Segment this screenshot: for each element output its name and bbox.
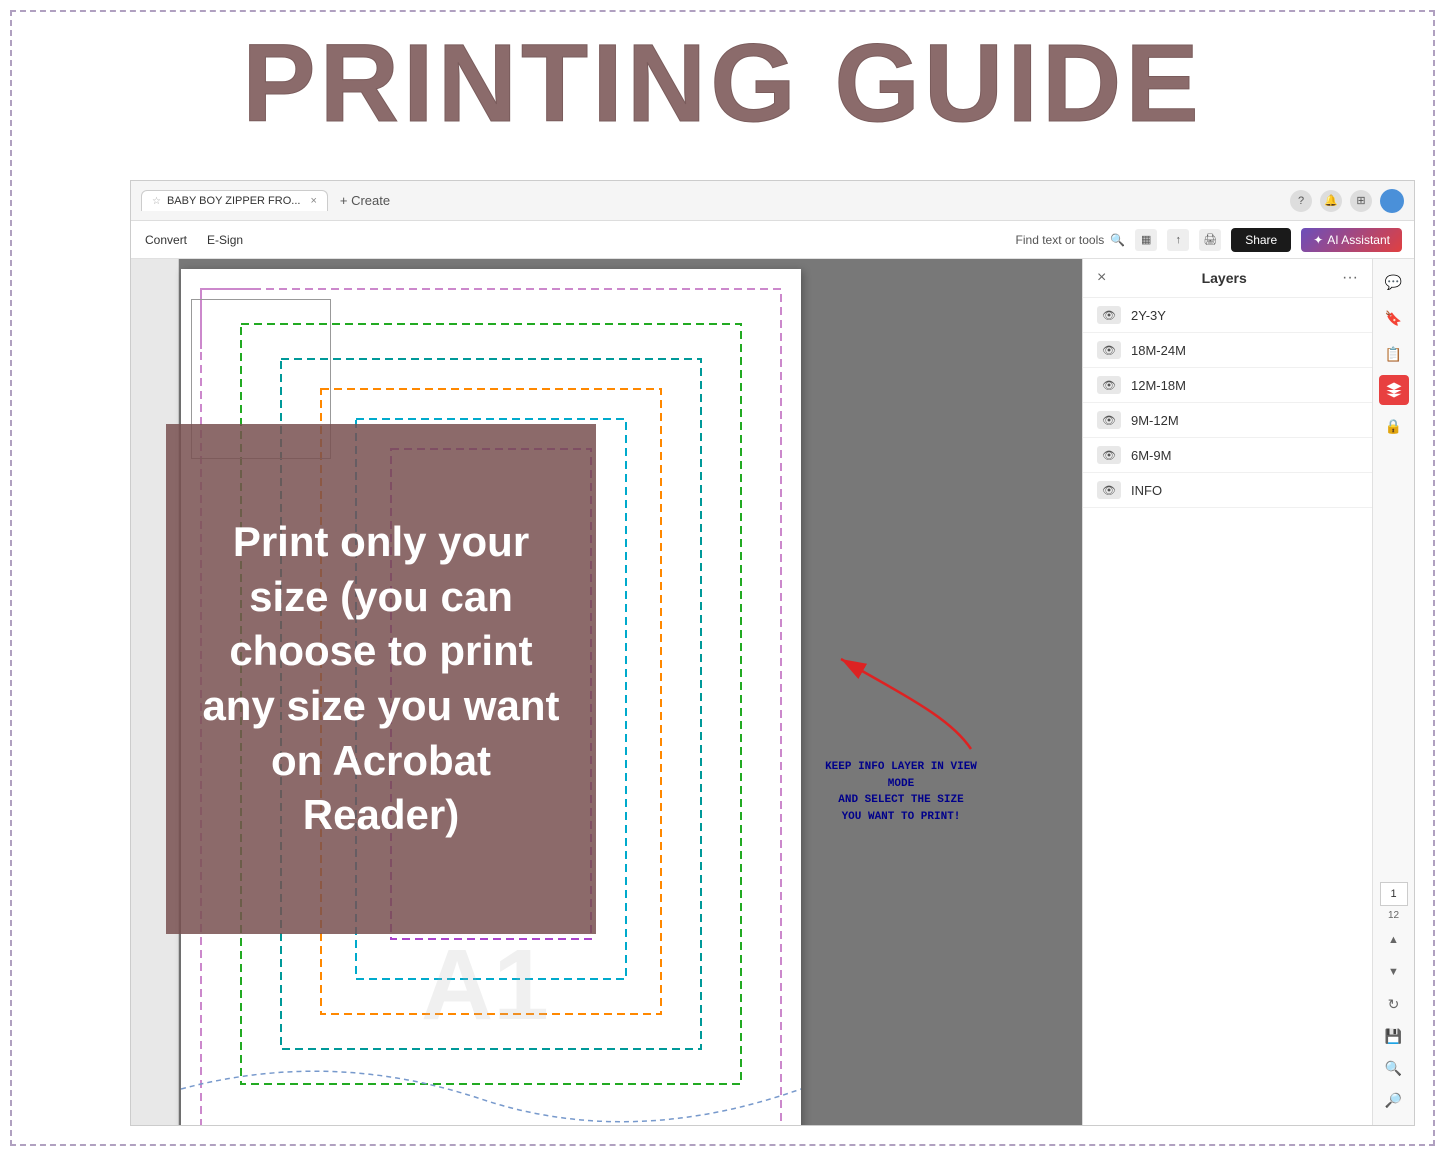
zoom-in-icon[interactable]: 🔍 (1379, 1053, 1409, 1083)
share-button[interactable]: Share (1231, 228, 1291, 252)
browser-right: ? 🔔 ⊞ (1290, 189, 1404, 213)
page-title: PRINTING GUIDE (242, 20, 1203, 147)
layer-name: 2Y-3Y (1131, 308, 1358, 323)
layers-header: × Layers ··· (1083, 259, 1372, 298)
layer-item-6m9m[interactable]: 👁 6M-9M (1083, 438, 1372, 473)
layer-eye-icon[interactable]: 👁 (1097, 341, 1121, 359)
layers-title: Layers (1202, 270, 1247, 286)
svg-text:A1: A1 (421, 929, 549, 1041)
toolbar-right: Find text or tools 🔍 ▦ ↑ 🖨 Share ✦ AI As… (1016, 228, 1402, 252)
ai-icon: ✦ (1313, 233, 1323, 247)
tab-close-button[interactable]: × (310, 195, 316, 207)
page-up-button[interactable]: ▲ (1379, 925, 1409, 955)
bell-icon[interactable]: 🔔 (1320, 190, 1342, 212)
save-icon[interactable]: 💾 (1379, 1021, 1409, 1051)
zoom-out-icon[interactable]: 🔎 (1379, 1085, 1409, 1115)
layers-panel: × Layers ··· 👁 2Y-3Y 👁 18M-24M 👁 12M-18M (1082, 259, 1372, 1125)
layer-name: INFO (1131, 483, 1358, 498)
layers-list: 👁 2Y-3Y 👁 18M-24M 👁 12M-18M 👁 9M-12M 👁 (1083, 298, 1372, 1125)
page-down-button[interactable]: ▼ (1379, 957, 1409, 987)
tab-label: BABY BOY ZIPPER FRO... (167, 195, 300, 207)
new-tab-button[interactable]: + Create (332, 191, 398, 210)
ai-assistant-button[interactable]: ✦ AI Assistant (1301, 228, 1402, 252)
search-icon[interactable]: 🔍 (1110, 233, 1125, 247)
layer-eye-icon[interactable]: 👁 (1097, 306, 1121, 324)
print-icon[interactable]: 🖨 (1199, 229, 1221, 251)
layer-name: 12M-18M (1131, 378, 1358, 393)
layers-icon-svg (1385, 381, 1403, 399)
esign-button[interactable]: E-Sign (205, 229, 245, 251)
refresh-icon[interactable]: ↻ (1379, 989, 1409, 1019)
ai-label: AI Assistant (1327, 233, 1390, 247)
lock-sidebar-icon[interactable]: 🔒 (1379, 411, 1409, 441)
bookmark-sidebar-icon[interactable]: 🔖 (1379, 303, 1409, 333)
tab-bar: ☆ BABY BOY ZIPPER FRO... × + Create (141, 190, 1282, 211)
total-pages: 12 (1388, 908, 1399, 923)
page-controls: 1 12 ▲ ▼ ↻ 💾 🔍 🔎 (1379, 882, 1409, 1125)
search-area: Find text or tools 🔍 (1016, 233, 1126, 247)
toolbar-left: Convert E-Sign (143, 229, 1000, 251)
help-icon[interactable]: ? (1290, 190, 1312, 212)
current-page-box[interactable]: 1 (1380, 882, 1408, 906)
pdf-canvas: A1 Print only your size (you can choose … (131, 259, 1082, 1125)
layer-item-9m12m[interactable]: 👁 9M-12M (1083, 403, 1372, 438)
viewer-area: A1 Print only your size (you can choose … (131, 259, 1414, 1125)
screenshot-container: ☆ BABY BOY ZIPPER FRO... × + Create ? 🔔 … (130, 180, 1415, 1126)
arrow-annotation (811, 639, 1011, 759)
right-sidebar: 💬 🔖 📋 🔒 1 12 ▲ ▼ ↻ 💾 🔍 🔎 (1372, 259, 1414, 1125)
layer-eye-icon[interactable]: 👁 (1097, 481, 1121, 499)
grid-icon[interactable]: ⊞ (1350, 190, 1372, 212)
overlay-box: Print only your size (you can choose to … (166, 424, 596, 934)
overlay-text: Print only your size (you can choose to … (196, 515, 566, 843)
layers-sidebar-icon[interactable] (1379, 375, 1409, 405)
layers-more-button[interactable]: ··· (1342, 269, 1358, 287)
thumbnail-icon[interactable]: ▦ (1135, 229, 1157, 251)
layer-item-18m24m[interactable]: 👁 18M-24M (1083, 333, 1372, 368)
layer-eye-icon[interactable]: 👁 (1097, 376, 1121, 394)
user-avatar[interactable] (1380, 189, 1404, 213)
layer-item-info[interactable]: 👁 INFO (1083, 473, 1372, 508)
layer-name: 18M-24M (1131, 343, 1358, 358)
title-area: PRINTING GUIDE (0, 20, 1445, 147)
layer-eye-icon[interactable]: 👁 (1097, 411, 1121, 429)
layer-eye-icon[interactable]: 👁 (1097, 446, 1121, 464)
tab-star-icon: ☆ (152, 196, 161, 207)
layers-close-button[interactable]: × (1097, 269, 1106, 287)
copy-sidebar-icon[interactable]: 📋 (1379, 339, 1409, 369)
annotation-text: KEEP INFO LAYER IN VIEW MODEAND SELECT T… (811, 759, 991, 825)
layer-item-2y3y[interactable]: 👁 2Y-3Y (1083, 298, 1372, 333)
layer-name: 6M-9M (1131, 448, 1358, 463)
comment-sidebar-icon[interactable]: 💬 (1379, 267, 1409, 297)
layer-item-12m18m[interactable]: 👁 12M-18M (1083, 368, 1372, 403)
search-label: Find text or tools (1016, 233, 1105, 247)
upload-icon[interactable]: ↑ (1167, 229, 1189, 251)
browser-chrome: ☆ BABY BOY ZIPPER FRO... × + Create ? 🔔 … (131, 181, 1414, 221)
convert-button[interactable]: Convert (143, 229, 189, 251)
active-tab[interactable]: ☆ BABY BOY ZIPPER FRO... × (141, 190, 328, 211)
layer-name: 9M-12M (1131, 413, 1358, 428)
toolbar: Convert E-Sign Find text or tools 🔍 ▦ ↑ … (131, 221, 1414, 259)
